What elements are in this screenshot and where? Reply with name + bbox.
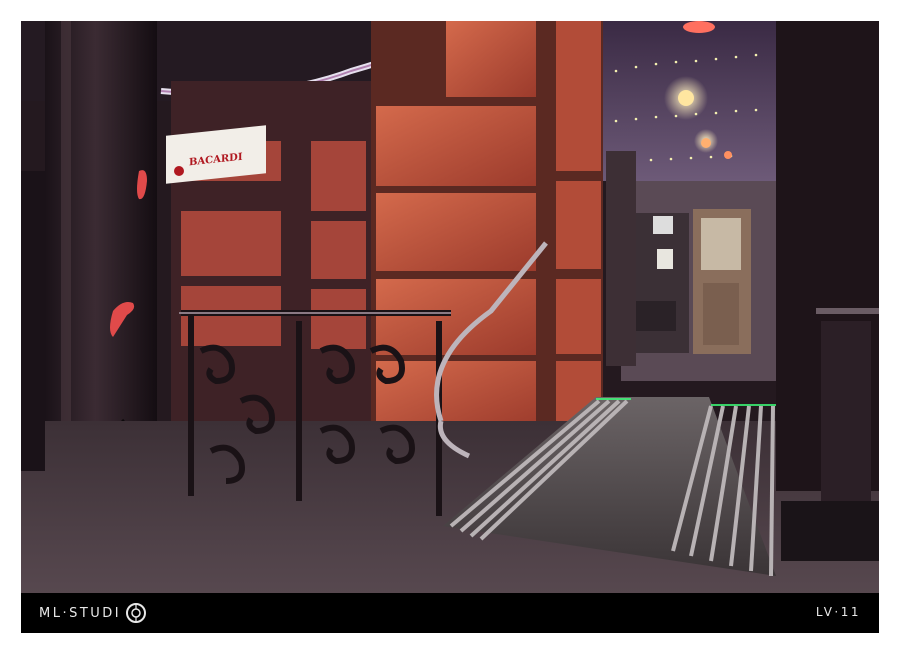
- photo-code: LV·11: [815, 605, 861, 619]
- studio-brand: ML·STUDI: [39, 603, 147, 623]
- photo-frame: BACARDI ML·STUDI LV·11: [0, 0, 900, 654]
- photo: BACARDI: [21, 21, 879, 593]
- bar-entrance-scene: BACARDI: [21, 21, 879, 593]
- caption-bar: ML·STUDI LV·11: [21, 593, 879, 633]
- aperture-o-icon: [126, 603, 147, 623]
- brand-text: ML·STUDI: [39, 605, 122, 621]
